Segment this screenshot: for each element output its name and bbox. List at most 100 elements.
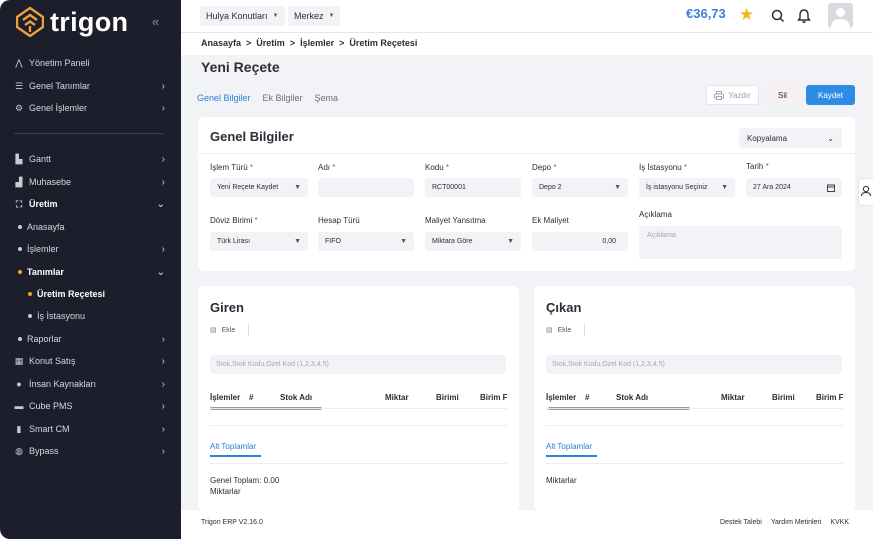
table-divider [546,425,843,426]
sitemap-icon: ⛶ [15,198,23,209]
tab-genel-bilgiler[interactable]: Genel Bilgiler [197,93,251,103]
ek-maliyet-input[interactable]: 0,00 [532,232,628,251]
giren-subtotal-tab[interactable]: Alt Toplamlar [210,442,256,451]
side-panel-toggle[interactable] [858,178,873,206]
star-icon[interactable]: ★ [739,5,754,25]
sidebar-item-muhasebe[interactable]: ▟ Muhasebe › [0,171,181,193]
balance-amount[interactable]: €36,73 [686,6,726,21]
cube-icon: ▬ [14,401,24,411]
sidebar-item-tanimlar[interactable]: Tanımlar ⌄ [0,261,181,283]
kodu-input[interactable]: RCT00001 [425,178,521,197]
hesap-turu-select[interactable]: FIFO ▼ [318,232,414,251]
cikan-title: Çıkan [546,300,582,315]
save-button[interactable]: Kaydet [806,85,855,105]
caret-down-icon: ▼ [272,13,279,19]
maliyet-yansitma-select[interactable]: Miktara Göre ▼ [425,232,521,251]
sidebar-item-smart-cm[interactable]: ▮ Smart CM › [0,418,181,440]
doviz-label: Döviz Birimi * [210,216,258,225]
chevron-right-icon: › [161,176,165,188]
printer-icon [714,90,725,100]
delete-button[interactable]: Sil [767,85,798,105]
depo-select[interactable]: Depo 2 ▼ [532,178,628,197]
tarih-input[interactable]: 27 Ara 2024 [746,178,842,197]
sidebar-item-uretim[interactable]: ⛶ Üretim ⌄ [0,193,181,215]
active-tab-underline [546,455,597,457]
footer-link-destek[interactable]: Destek Talebi [720,519,762,526]
table-add-icon: ▤ [210,327,217,334]
chevron-right-icon: › [161,378,165,390]
brand-logo[interactable]: trigon [16,6,128,38]
aciklama-textarea[interactable]: Açıklama [639,226,842,259]
chevron-right-icon: › [161,153,165,165]
caret-down-icon: ▼ [721,184,728,191]
islem-turu-select[interactable]: Yeni Reçete Kaydet ▼ [210,178,308,197]
kodu-label: Kodu * [425,163,450,172]
cikan-search-input[interactable]: Stok,Stok Kodu,Özel Kod (1,2,3,4,5) [546,355,842,374]
doviz-select[interactable]: Türk Lirası ▼ [210,232,308,251]
sidebar-item-genel-tanimlar[interactable]: ☰ Genel Tanımlar › [0,75,181,97]
footer-link-yardim[interactable]: Yardım Metinleri [771,519,821,526]
column-header: # [249,393,254,402]
file-icon: ▮ [16,423,22,434]
table-divider [546,463,843,464]
table-divider [210,425,507,426]
chevron-right-icon: › [161,80,165,92]
sidebar-item-raporlar[interactable]: Raporlar › [0,328,181,350]
sidebar-item-yonetim-paneli[interactable]: ⋀ Yönetim Paneli [0,52,181,74]
column-header: Birimi [436,393,459,402]
chevron-down-icon: ⌄ [156,266,165,278]
footer-links: Destek Talebi Yardım Metinleri KVKK [720,519,849,526]
collapse-sidebar-icon[interactable]: « [152,14,159,29]
active-tab-underline [210,455,261,457]
giren-add-button[interactable]: ▤ Ekle [210,324,250,336]
bell-icon[interactable] [796,8,812,24]
sidebar-item-label: İşlemler [27,244,59,254]
sidebar-item-gantt[interactable]: ▙ Gantt › [0,148,181,170]
giren-search-input[interactable]: Stok,Stok Kodu,Özel Kod (1,2,3,4,5) [210,355,506,374]
company-select[interactable]: Hulya Konutları ▼ [200,6,285,26]
is-istasyonu-select[interactable]: İş istasyonu Seçiniz ▼ [639,178,735,197]
depo-label: Depo * [532,163,557,172]
sidebar-item-anasayfa[interactable]: Anasayfa [0,216,181,238]
calendar-icon[interactable] [827,184,835,192]
adi-input[interactable] [318,178,414,197]
sidebar-item-label: İş İstasyonu [37,311,86,321]
sidebar-item-label: Genel İşlemler [29,103,88,113]
cikan-add-button[interactable]: ▤ Ekle [546,324,586,336]
branch-select[interactable]: Merkez ▼ [288,6,341,26]
print-button[interactable]: Yazdır [706,85,759,105]
card-divider [198,153,855,154]
page-title: Yeni Reçete [201,59,280,75]
sidebar-item-insan-kaynaklari[interactable]: ● İnsan Kaynakları › [0,373,181,395]
chart-bar-icon: ▙ [15,153,23,164]
sidebar-item-konut-satis[interactable]: ▦ Konut Satış › [0,350,181,372]
app-version: Trigon ERP V2.16.0 [201,519,263,526]
caret-down-icon: ▼ [400,238,407,245]
sidebar-item-label: Bypass [29,446,59,456]
search-icon[interactable] [770,8,786,24]
sidebar-item-is-istasyonu[interactable]: İş İstasyonu [0,305,181,327]
sidebar-item-uretim-recetesi[interactable]: Üretim Reçetesi [0,283,181,305]
sidebar-item-islemler[interactable]: İşlemler › [0,238,181,260]
bullet-icon [18,270,22,274]
company-select-value: Hulya Konutları [206,11,268,21]
breadcrumb-anasayfa[interactable]: Anasayfa [201,38,241,48]
sidebar-item-genel-islemler[interactable]: ⚙ Genel İşlemler › [0,97,181,119]
footer-link-kvkk[interactable]: KVKK [830,519,849,526]
sidebar-item-bypass[interactable]: ◍ Bypass › [0,440,181,462]
cikan-quantities: Miktarlar [546,476,577,485]
copy-select[interactable]: Kopyalama ⌄ [739,128,842,148]
breadcrumb-islemler[interactable]: İşlemler [300,38,334,48]
adi-label: Adı * [318,163,336,172]
table-divider [210,463,507,464]
tab-ek-bilgiler[interactable]: Ek Bilgiler [263,93,303,103]
cikan-add-label: Ekle [557,326,572,334]
breadcrumb-uretim[interactable]: Üretim [256,38,285,48]
breadcrumb-separator: > [339,38,345,48]
avatar[interactable] [828,3,853,28]
branch-select-value: Merkez [294,11,324,21]
cikan-subtotal-tab[interactable]: Alt Toplamlar [546,442,592,451]
caret-down-icon: ▼ [507,238,514,245]
tab-sema[interactable]: Şema [315,93,339,103]
sidebar-item-cube-pms[interactable]: ▬ Cube PMS › [0,395,181,417]
